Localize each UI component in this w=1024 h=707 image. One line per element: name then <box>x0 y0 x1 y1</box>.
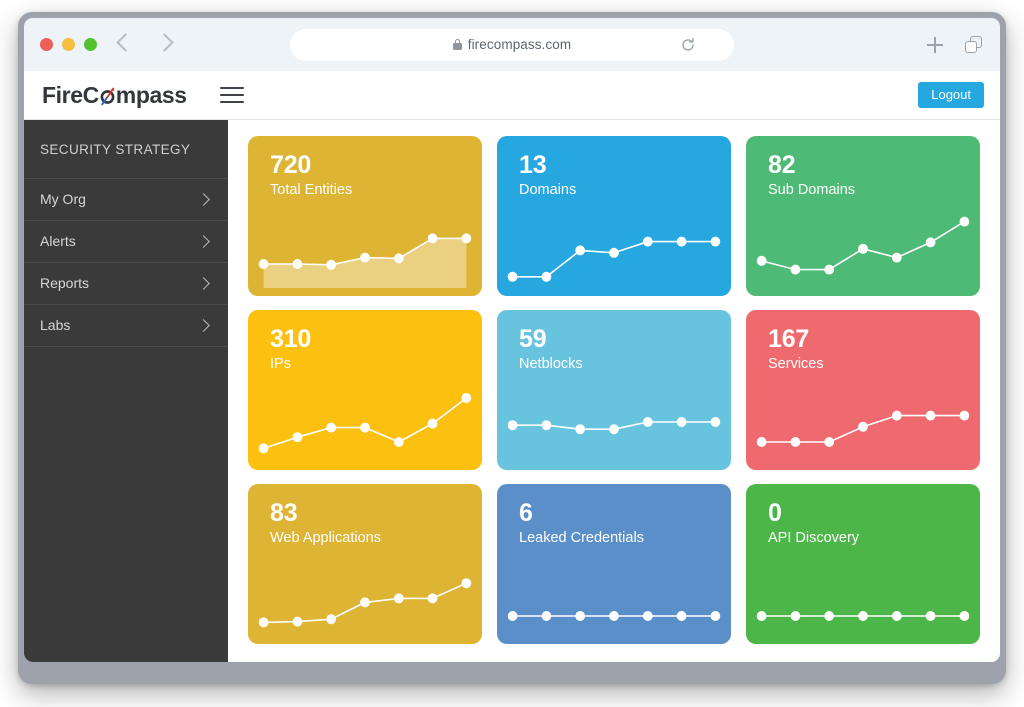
browser-window-frame: firecompass.com FireC mpass Logout SECUR… <box>18 12 1006 684</box>
metric-value: 83 <box>270 499 298 527</box>
metric-value: 0 <box>768 499 782 527</box>
metric-value: 13 <box>519 151 547 179</box>
sparkline-chart <box>507 417 721 435</box>
plus-icon[interactable] <box>927 36 943 53</box>
firecompass-logo[interactable]: FireC mpass <box>42 82 187 109</box>
metric-card-netblocks[interactable]: 59 Netblocks <box>497 310 731 470</box>
chevron-right-icon <box>197 318 210 332</box>
metric-value: 82 <box>768 151 796 179</box>
logout-button[interactable]: Logout <box>918 82 984 108</box>
chevron-left-icon <box>116 32 135 52</box>
toolbar-right-icons <box>927 36 982 53</box>
sidebar-item-label: Alerts <box>40 233 76 249</box>
sparkline-chart <box>258 393 472 454</box>
chevron-right-icon <box>197 234 210 248</box>
url-text: firecompass.com <box>467 37 572 52</box>
sparkline-chart <box>258 578 472 628</box>
sparkline-chart <box>258 233 472 288</box>
compass-icon <box>99 84 116 107</box>
logo-text-part2: mpass <box>115 81 187 108</box>
logo-text-part1: FireC <box>42 81 99 108</box>
metric-card-leaked-credentials[interactable]: 6 Leaked Credentials <box>497 484 731 644</box>
sidebar-item-label: Labs <box>40 317 71 333</box>
metric-card-sub-domains[interactable]: 82 Sub Domains <box>746 136 980 296</box>
sparkline-chart <box>507 236 721 282</box>
back-button[interactable] <box>115 32 136 58</box>
reload-icon[interactable] <box>680 37 696 53</box>
forward-button[interactable] <box>154 32 175 58</box>
app-body: SECURITY STRATEGY My Org Alerts Reports … <box>24 120 1000 662</box>
sidebar-item-label: Reports <box>40 275 90 291</box>
browser-viewport: firecompass.com FireC mpass Logout SECUR… <box>24 18 1000 662</box>
metric-card-web-applications[interactable]: 83 Web Applications <box>248 484 482 644</box>
tabs-icon[interactable] <box>965 36 982 53</box>
metric-card-total-entities[interactable]: 720 Total Entities <box>248 136 482 296</box>
sidebar-item-my-org[interactable]: My Org <box>24 179 228 221</box>
minimize-window-button[interactable] <box>62 38 75 51</box>
navigation-buttons <box>115 32 175 58</box>
dashboard-cards-grid: 720 Total Entities 13 Domains 82 Sub Domains 3… <box>228 120 1000 662</box>
hamburger-menu-icon[interactable] <box>219 87 244 103</box>
maximize-window-button[interactable] <box>84 38 97 51</box>
metric-value: 59 <box>519 325 547 353</box>
metric-card-api-discovery[interactable]: 0 API Discovery <box>746 484 980 644</box>
sparkline-chart <box>756 410 970 447</box>
sidebar-title: SECURITY STRATEGY <box>24 120 228 179</box>
metric-value: 167 <box>768 325 810 353</box>
sidebar: SECURITY STRATEGY My Org Alerts Reports … <box>24 120 228 662</box>
chevron-right-icon <box>197 192 210 206</box>
window-controls <box>40 38 97 51</box>
metric-card-ips[interactable]: 310 IPs <box>248 310 482 470</box>
sidebar-item-alerts[interactable]: Alerts <box>24 221 228 263</box>
address-bar[interactable]: firecompass.com <box>290 28 734 61</box>
sidebar-item-labs[interactable]: Labs <box>24 305 228 347</box>
browser-toolbar: firecompass.com <box>24 18 1000 71</box>
metric-card-services[interactable]: 167 Services <box>746 310 980 470</box>
metric-value: 6 <box>519 499 533 527</box>
metric-card-domains[interactable]: 13 Domains <box>497 136 731 296</box>
metric-value: 720 <box>270 151 312 179</box>
sparkline-chart <box>756 216 970 275</box>
sidebar-item-reports[interactable]: Reports <box>24 263 228 305</box>
chevron-right-icon <box>197 276 210 290</box>
sparkline-chart <box>756 611 970 621</box>
chevron-right-icon <box>155 32 174 52</box>
sidebar-item-label: My Org <box>40 191 86 207</box>
lock-icon <box>452 39 462 50</box>
app-header: FireC mpass Logout <box>24 71 1000 120</box>
sparkline-chart <box>507 611 721 621</box>
close-window-button[interactable] <box>40 38 53 51</box>
metric-value: 310 <box>270 325 312 353</box>
